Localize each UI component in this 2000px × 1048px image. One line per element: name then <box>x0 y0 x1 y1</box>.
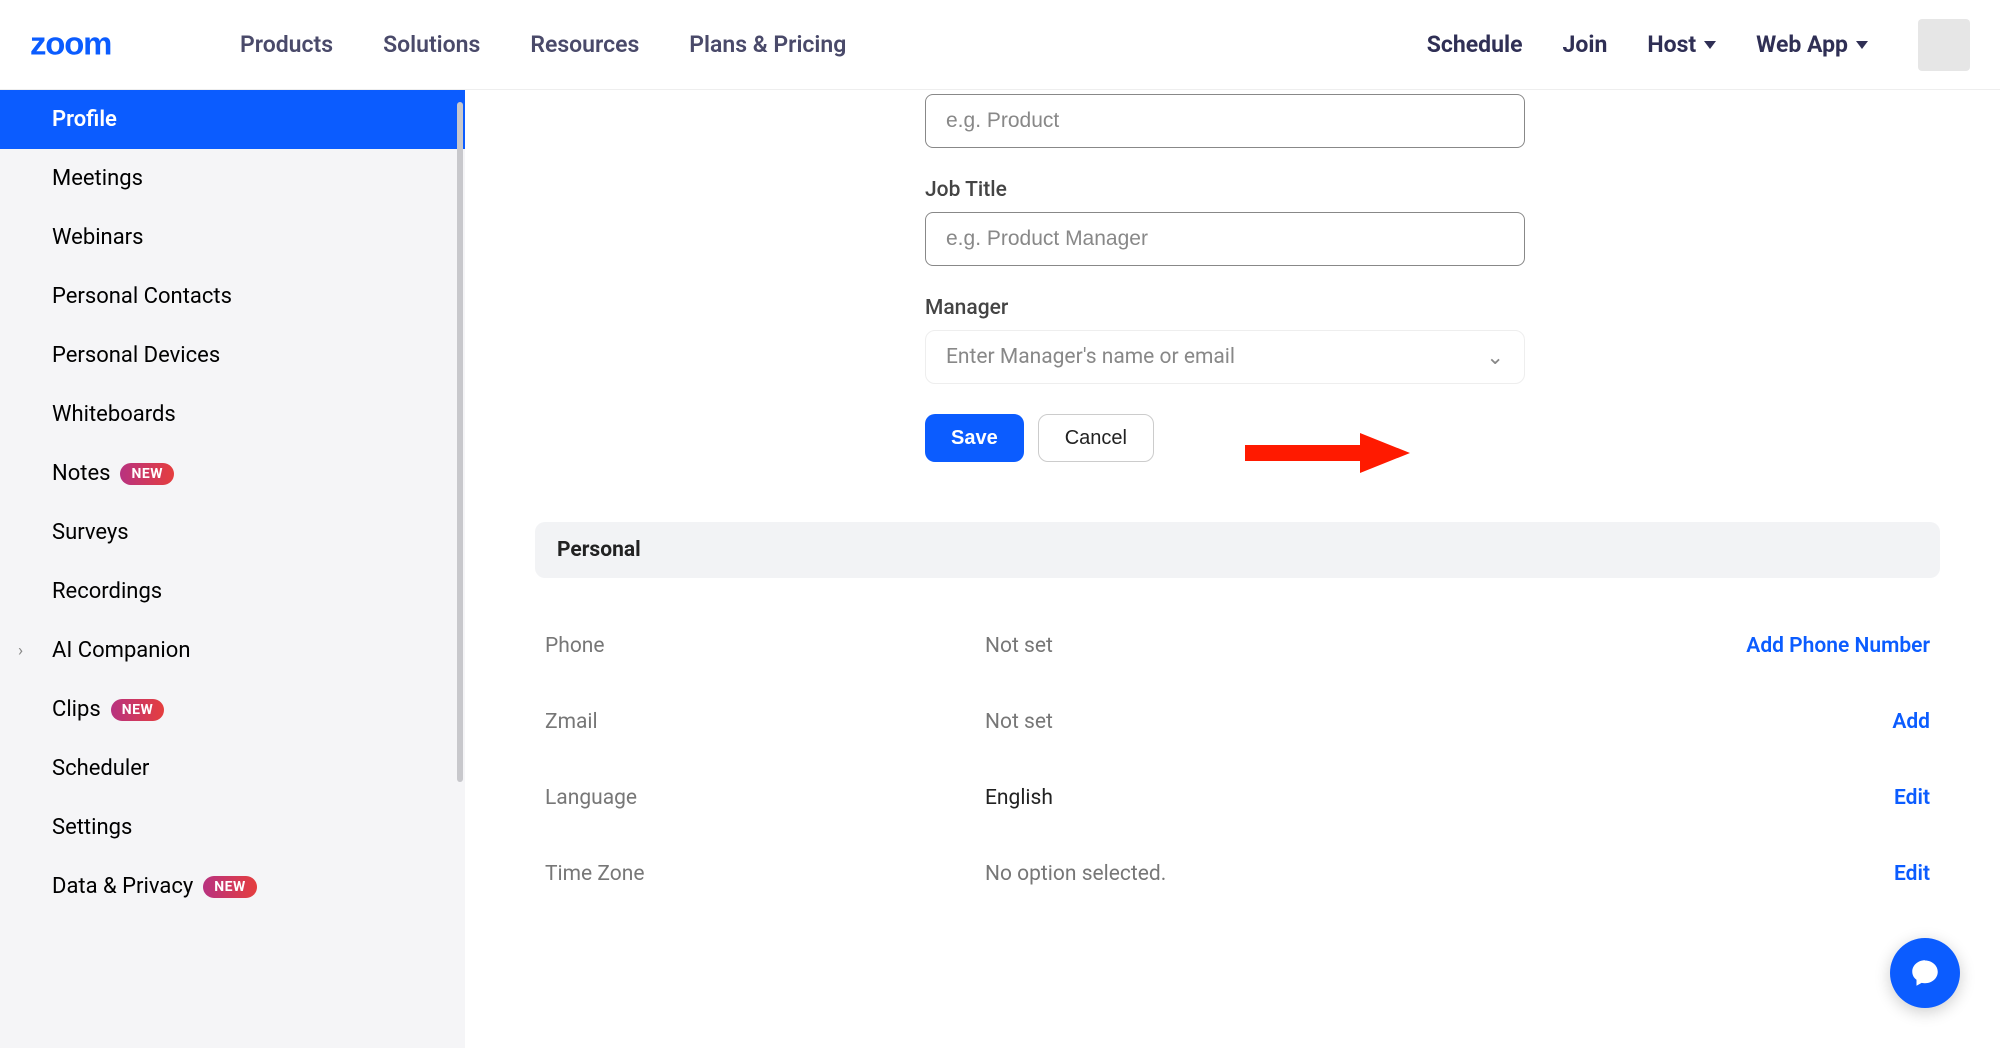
phone-value: Not set <box>985 634 1670 658</box>
job-title-label: Job Title <box>925 178 1940 202</box>
sidebar-item-data-privacy[interactable]: Data & Privacy NEW <box>0 857 465 916</box>
sidebar-item-scheduler[interactable]: Scheduler <box>0 739 465 798</box>
add-phone-number-link[interactable]: Add Phone Number <box>1670 634 1930 658</box>
nav-join[interactable]: Join <box>1563 31 1608 58</box>
edit-timezone-link[interactable]: Edit <box>1670 862 1930 886</box>
sidebar-item-devices[interactable]: Personal Devices <box>0 326 465 385</box>
zmail-value: Not set <box>985 710 1670 734</box>
row-language: Language English Edit <box>535 760 1940 836</box>
nav-products[interactable]: Products <box>240 31 333 58</box>
chat-fab[interactable] <box>1890 938 1960 1008</box>
nav-right: Schedule Join Host Web App <box>1427 19 1970 71</box>
sidebar-item-label: Clips <box>52 697 101 722</box>
sidebar-item-label: AI Companion <box>52 638 190 663</box>
zmail-label: Zmail <box>545 710 985 734</box>
add-zmail-link[interactable]: Add <box>1670 710 1930 734</box>
sidebar-item-webinars[interactable]: Webinars <box>0 208 465 267</box>
new-badge: NEW <box>203 876 257 898</box>
chevron-down-icon <box>1856 41 1868 49</box>
sidebar-item-contacts[interactable]: Personal Contacts <box>0 267 465 326</box>
svg-text:zoom: zoom <box>30 25 111 62</box>
timezone-value: No option selected. <box>985 862 1670 886</box>
language-value: English <box>985 786 1670 810</box>
sidebar-item-profile[interactable]: Profile <box>0 90 465 149</box>
sidebar-item-whiteboards[interactable]: Whiteboards <box>0 385 465 444</box>
primary-nav: Products Solutions Resources Plans & Pri… <box>240 31 846 58</box>
nav-host[interactable]: Host <box>1647 31 1716 58</box>
scrollbar[interactable] <box>457 90 465 1048</box>
job-title-input[interactable] <box>925 212 1525 266</box>
sidebar-item-settings[interactable]: Settings <box>0 798 465 857</box>
personal-section-header: Personal <box>535 522 1940 578</box>
new-badge: NEW <box>120 463 174 485</box>
nav-web-app[interactable]: Web App <box>1756 31 1868 58</box>
manager-dropdown[interactable]: Enter Manager's name or email ⌄ <box>925 330 1525 384</box>
timezone-label: Time Zone <box>545 862 985 886</box>
main-content: Department Job Title Manager Enter Manag… <box>465 90 2000 1048</box>
top-header: zoom Products Solutions Resources Plans … <box>0 0 2000 90</box>
sidebar-item-clips[interactable]: Clips NEW <box>0 680 465 739</box>
edit-language-link[interactable]: Edit <box>1670 786 1930 810</box>
department-input[interactable] <box>925 94 1525 148</box>
chevron-right-icon: › <box>18 641 23 661</box>
new-badge: NEW <box>111 699 165 721</box>
language-label: Language <box>545 786 985 810</box>
row-timezone: Time Zone No option selected. Edit <box>535 836 1940 912</box>
chevron-down-icon: ⌄ <box>1486 345 1504 370</box>
nav-schedule[interactable]: Schedule <box>1427 31 1523 58</box>
sidebar-item-label: Data & Privacy <box>52 874 193 899</box>
sidebar-item-label: Notes <box>52 461 110 486</box>
sidebar-item-ai-companion[interactable]: › AI Companion <box>0 621 465 680</box>
row-phone: Phone Not set Add Phone Number <box>535 608 1940 684</box>
save-button[interactable]: Save <box>925 414 1024 462</box>
cancel-button[interactable]: Cancel <box>1038 414 1154 462</box>
manager-placeholder: Enter Manager's name or email <box>946 345 1235 369</box>
sidebar: Profile Meetings Webinars Personal Conta… <box>0 90 465 1048</box>
row-zmail: Zmail Not set Add <box>535 684 1940 760</box>
chevron-down-icon <box>1704 41 1716 49</box>
phone-label: Phone <box>545 634 985 658</box>
nav-resources[interactable]: Resources <box>530 31 639 58</box>
nav-plans-pricing[interactable]: Plans & Pricing <box>689 31 846 58</box>
manager-label: Manager <box>925 296 1940 320</box>
nav-solutions[interactable]: Solutions <box>383 31 480 58</box>
avatar[interactable] <box>1918 19 1970 71</box>
chat-icon <box>1908 956 1942 990</box>
sidebar-item-surveys[interactable]: Surveys <box>0 503 465 562</box>
sidebar-item-notes[interactable]: Notes NEW <box>0 444 465 503</box>
sidebar-item-meetings[interactable]: Meetings <box>0 149 465 208</box>
zoom-logo[interactable]: zoom <box>30 25 200 65</box>
sidebar-item-recordings[interactable]: Recordings <box>0 562 465 621</box>
